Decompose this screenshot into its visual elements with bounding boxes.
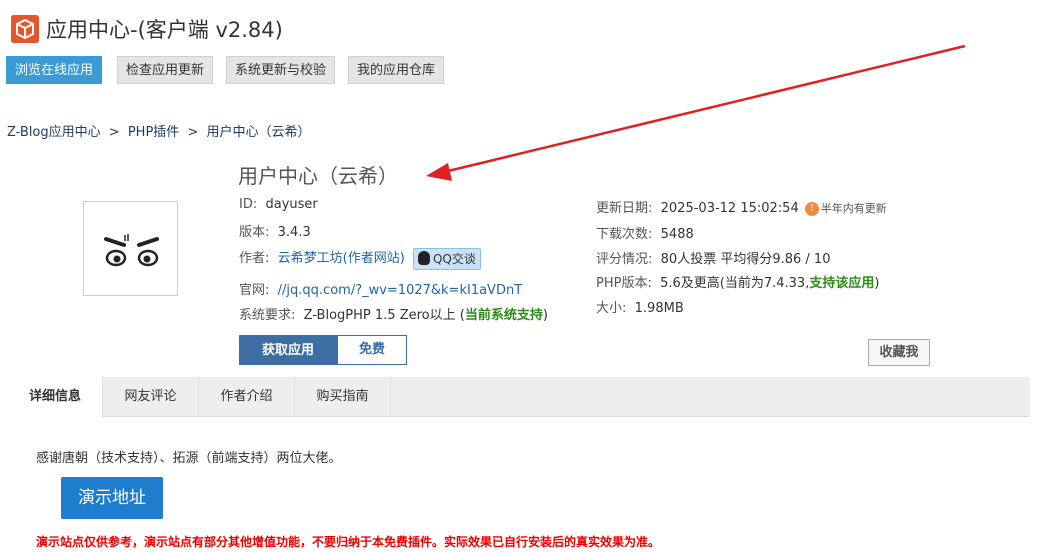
demo-link-button[interactable]: 演示地址 <box>61 477 163 519</box>
plugin-id-label: ID: <box>239 197 258 212</box>
breadcrumb-separator: > <box>187 125 199 140</box>
plugin-version-label: 版本: <box>239 225 270 240</box>
thanks-text: 感谢唐朝（技术支持）、拓源（前端支持）两位大佬。 <box>36 451 342 466</box>
plugin-author-row: 作者: 云希梦工坊(作者网站) QQ交谈 <box>239 247 481 270</box>
php-close: ) <box>874 276 880 291</box>
plugin-downloads-row: 下载次数: 5488 <box>596 223 694 242</box>
plugin-update-date-row: 更新日期: 2025-03-12 15:02:54! 半年内有更新 <box>596 197 887 216</box>
plugin-author-label: 作者: <box>239 251 270 266</box>
tab-user-comments[interactable]: 网友评论 <box>103 377 199 417</box>
update-date-label: 更新日期: <box>596 201 653 216</box>
plugin-title: 用户中心（云希） <box>238 164 398 188</box>
plugin-id-row: ID: dayuser <box>239 197 318 212</box>
demo-note: 演示站点仅供参考，演示站点有部分其他增值功能，不要归纳于本免费插件。实际效果已自… <box>36 535 661 549</box>
plugin-id-value: dayuser <box>265 197 318 212</box>
breadcrumb: Z-Blog应用中心 > PHP插件 > 用户中心（云希） <box>7 121 315 140</box>
requirement-close: ) <box>542 308 548 323</box>
tab-purchase-guide[interactable]: 购买指南 <box>295 377 391 417</box>
plugin-website-link[interactable]: //jq.qq.com/?_wv=1027&k=kI1aVDnT <box>278 283 522 298</box>
plugin-requirement-label: 系统要求: <box>239 308 296 323</box>
downloads-value: 5488 <box>660 227 694 242</box>
tab-author-intro[interactable]: 作者介绍 <box>199 377 295 417</box>
size-value: 1.98MB <box>634 301 684 316</box>
php-version-value: 5.6及更高(当前为7.4.33, <box>660 276 810 291</box>
plugin-icon <box>83 201 178 296</box>
plugin-requirement-row: 系统要求: Z-BlogPHP 1.5 Zero以上 (当前系统支持) <box>239 304 548 323</box>
php-version-label: PHP版本: <box>596 276 652 291</box>
rating-label: 评分情况: <box>596 252 653 267</box>
qq-penguin-icon <box>417 251 430 265</box>
breadcrumb-separator: > <box>108 125 120 140</box>
breadcrumb-php-plugins[interactable]: PHP插件 <box>128 125 179 140</box>
requirement-status: 当前系统支持 <box>464 308 543 323</box>
plugin-size-row: 大小: 1.98MB <box>596 297 684 316</box>
breadcrumb-current: 用户中心（云希） <box>206 125 311 140</box>
qq-chat-button[interactable]: QQ交谈 <box>412 247 481 270</box>
downloads-label: 下载次数: <box>596 227 653 242</box>
get-app-button[interactable]: 获取应用 <box>239 335 337 365</box>
plugin-rating-row: 评分情况: 80人投票 平均得分9.86 / 10 <box>596 248 830 267</box>
plugin-author-link[interactable]: 云希梦工坊(作者网站) <box>278 251 405 266</box>
plugin-php-version-row: PHP版本: 5.6及更高(当前为7.4.33,支持该应用) <box>596 272 879 291</box>
plugin-website-row: 官网: //jq.qq.com/?_wv=1027&k=kI1aVDnT <box>239 279 522 298</box>
update-date-value: 2025-03-12 15:02:54 <box>660 201 799 216</box>
plugin-version-value: 3.4.3 <box>277 225 311 240</box>
php-status: 支持该应用 <box>809 276 875 291</box>
update-alert-icon: ! <box>804 201 819 216</box>
rating-value: 80人投票 平均得分9.86 / 10 <box>660 252 831 267</box>
qq-chat-label: QQ交谈 <box>432 251 476 266</box>
size-label: 大小: <box>596 301 627 316</box>
breadcrumb-zblog-app-center[interactable]: Z-Blog应用中心 <box>7 125 101 140</box>
update-note: 半年内有更新 <box>820 202 887 215</box>
plugin-website-label: 官网: <box>239 283 270 298</box>
favorite-button[interactable]: 收藏我 <box>868 339 930 366</box>
plugin-requirement-value: Z-BlogPHP 1.5 Zero以上 ( <box>303 308 465 323</box>
free-price-button[interactable]: 免费 <box>337 335 407 365</box>
tab-details[interactable]: 详细信息 <box>8 377 103 418</box>
angry-face-icon <box>104 234 159 267</box>
plugin-version-row: 版本: 3.4.3 <box>239 221 311 240</box>
